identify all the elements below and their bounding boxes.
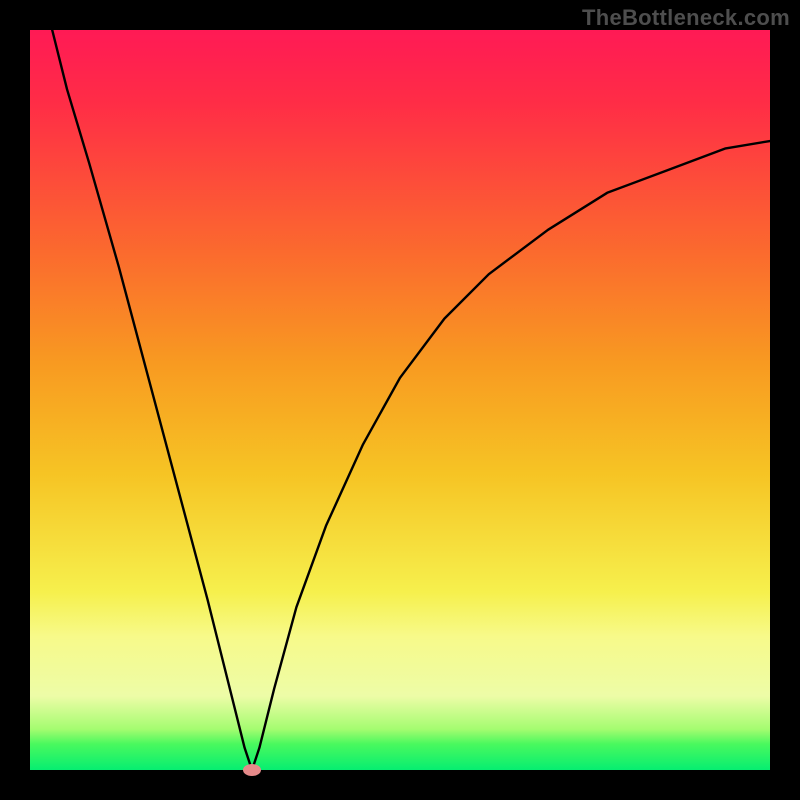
gradient-rect [30,30,770,770]
plot-svg [30,30,770,770]
watermark-label: TheBottleneck.com [582,5,790,31]
chart-root: TheBottleneck.com [0,0,800,800]
minimum-marker [243,764,261,776]
plot-area [30,30,770,770]
